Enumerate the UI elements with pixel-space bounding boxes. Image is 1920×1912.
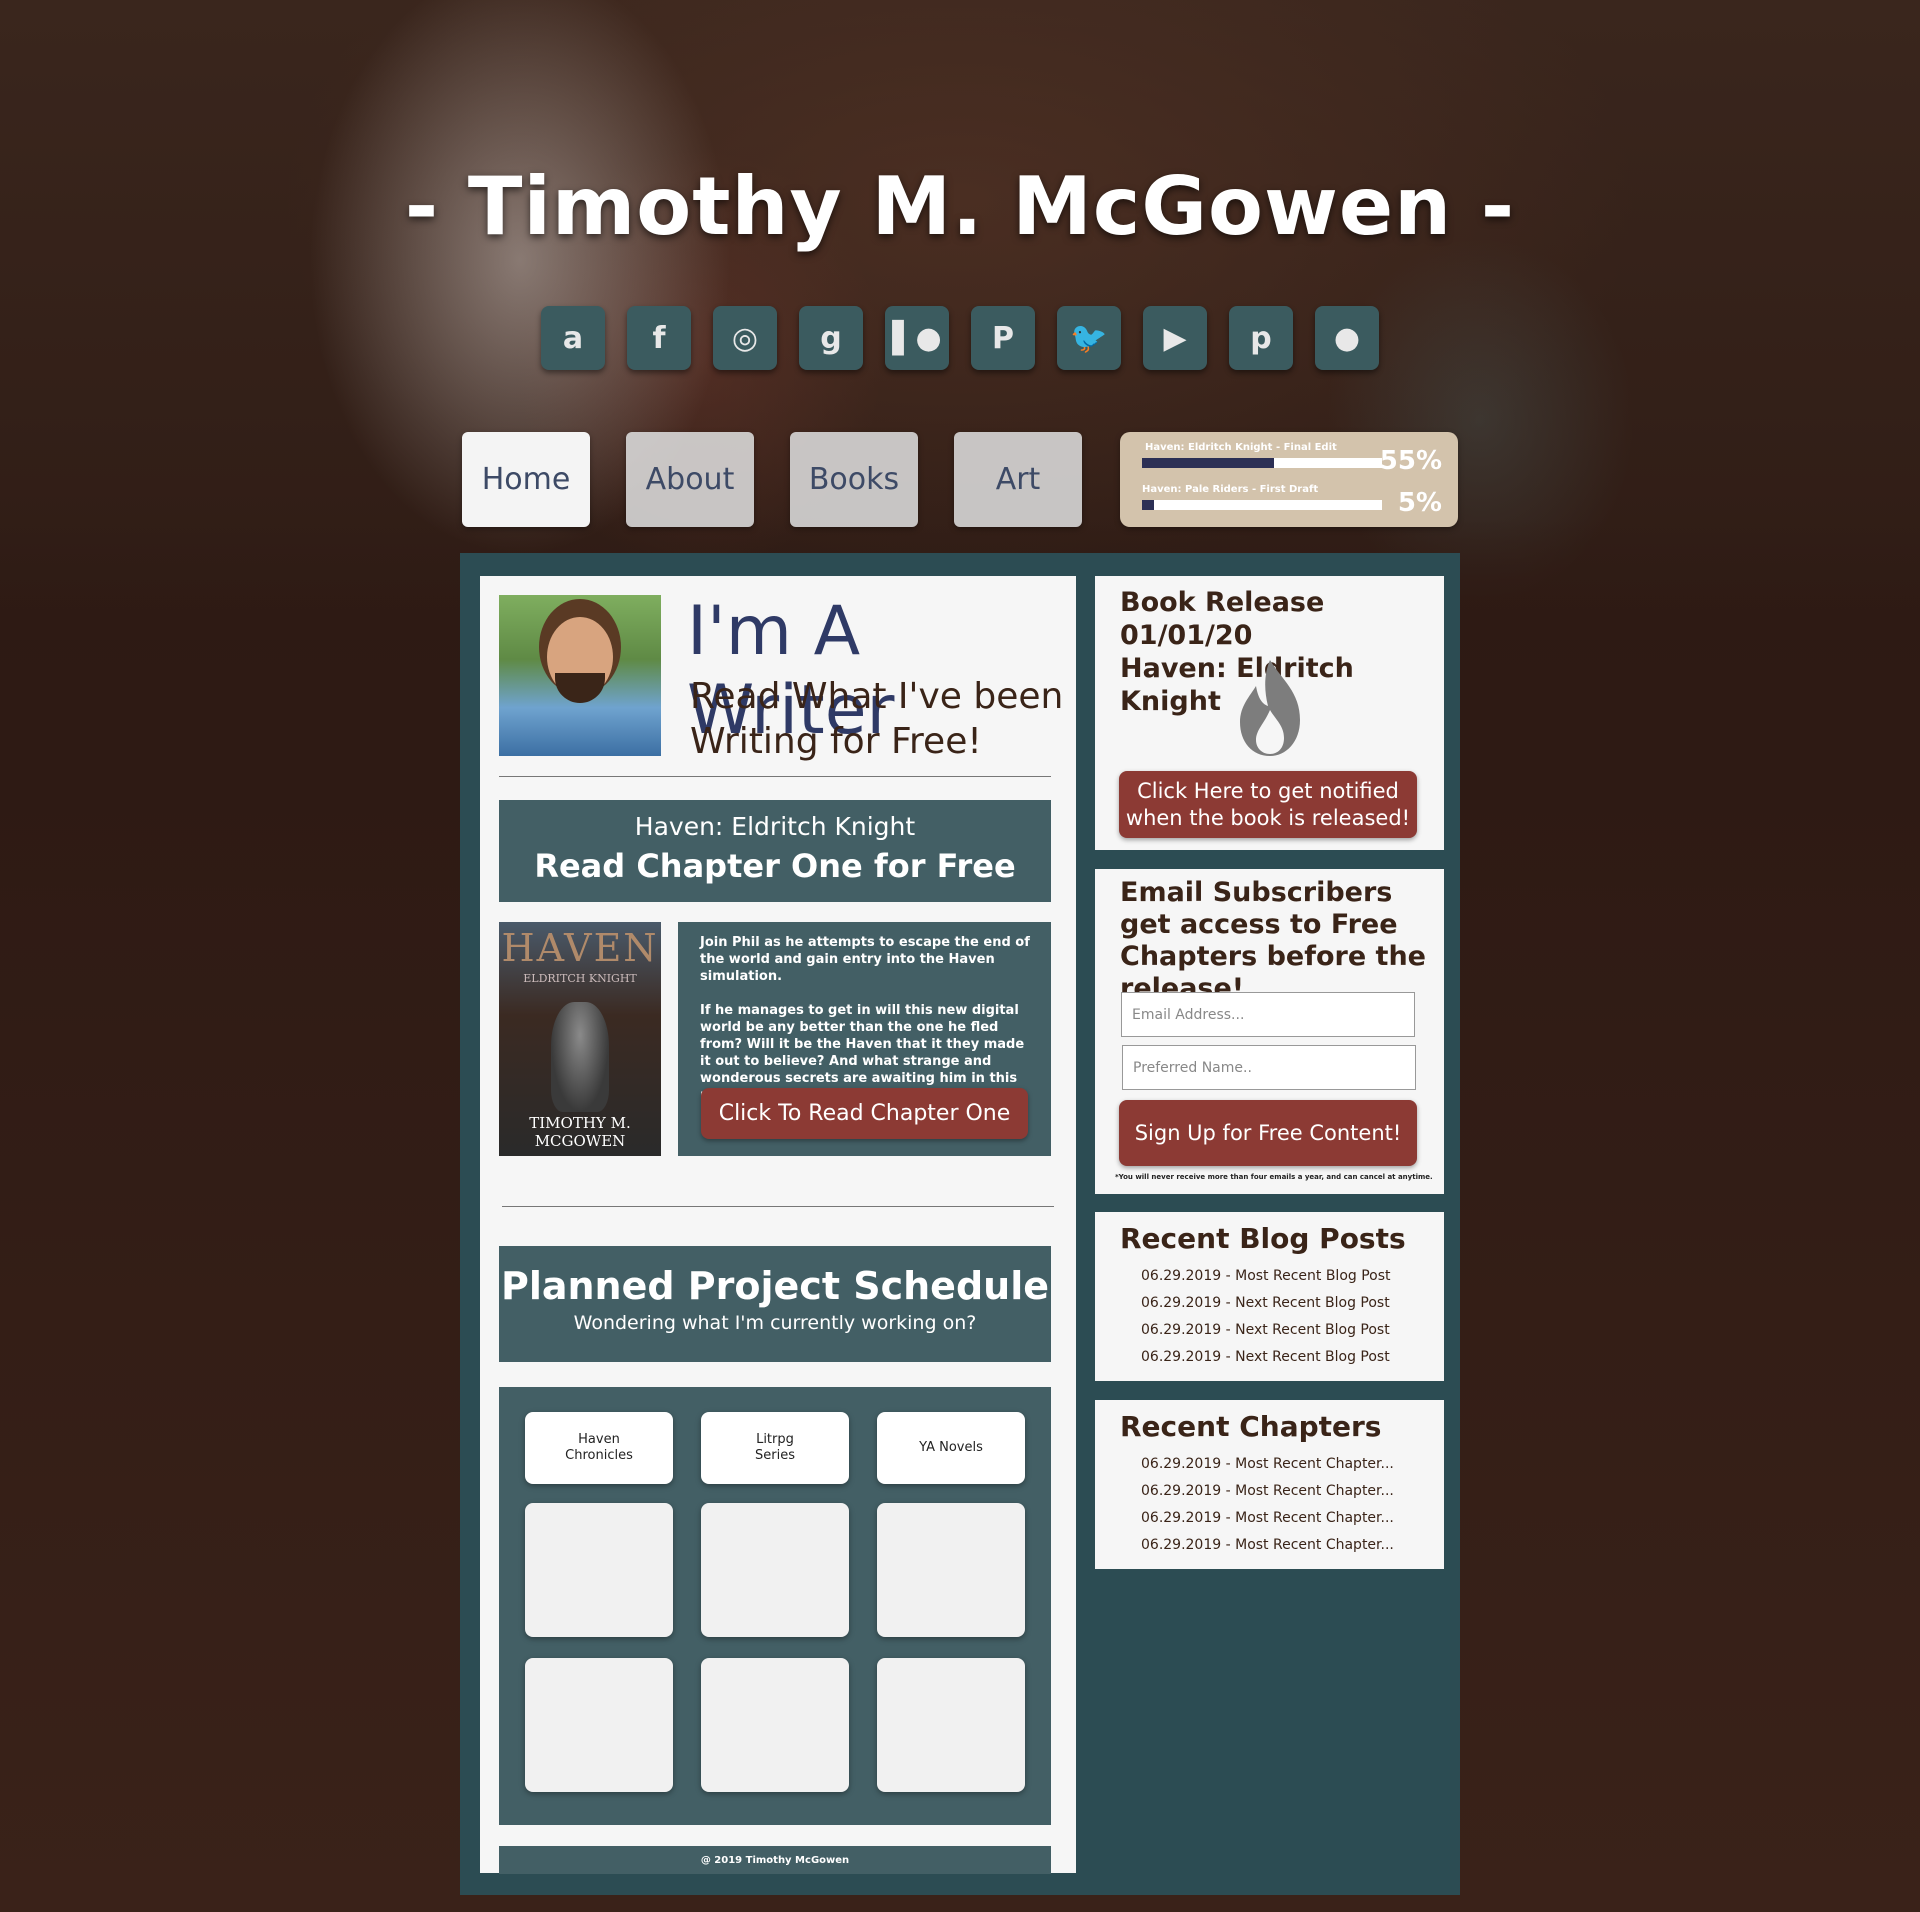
footer-copyright: @ 2019 Timothy McGowen xyxy=(499,1846,1051,1874)
email-field[interactable] xyxy=(1121,992,1415,1037)
chapter-link[interactable]: 06.29.2019 - Most Recent Chapter... xyxy=(1141,1478,1394,1505)
site-title: - Timothy M. McGowen - xyxy=(404,160,1516,253)
schedule-header: Planned Project Schedule Wondering what … xyxy=(499,1246,1051,1362)
progress-fill xyxy=(1142,458,1274,468)
amazon-icon[interactable]: a xyxy=(541,306,605,370)
chapters-list: 06.29.2019 - Most Recent Chapter... 06.2… xyxy=(1141,1451,1394,1559)
schedule-slot[interactable] xyxy=(701,1658,849,1792)
nav-art[interactable]: Art xyxy=(954,432,1082,527)
author-photo xyxy=(499,595,661,756)
facebook-icon[interactable]: f xyxy=(627,306,691,370)
progress-bar xyxy=(1142,500,1382,510)
divider xyxy=(502,1206,1054,1207)
content-column: I'm A Writer Read What I've been Writing… xyxy=(480,576,1076,1874)
chapters-title: Recent Chapters xyxy=(1120,1410,1382,1443)
reddit-icon[interactable]: ● xyxy=(1315,306,1379,370)
main-nav: Home About Books Art xyxy=(462,432,1082,527)
progress-bar xyxy=(1142,458,1382,468)
book-description-box: Join Phil as he attempts to escape the e… xyxy=(678,922,1051,1156)
blog-link[interactable]: 06.29.2019 - Next Recent Blog Post xyxy=(1141,1344,1391,1371)
cover-title: HAVEN xyxy=(501,926,659,970)
blog-title: Recent Blog Posts xyxy=(1120,1222,1406,1255)
blog-list: 06.29.2019 - Most Recent Blog Post 06.29… xyxy=(1141,1263,1391,1371)
nav-books[interactable]: Books xyxy=(790,432,918,527)
cover-author: TIMOTHY M. MCGOWEN xyxy=(529,1114,631,1150)
book-release-card: Book Release 01/01/20 Haven: Eldritch Kn… xyxy=(1095,576,1444,850)
blog-link[interactable]: 06.29.2019 - Next Recent Blog Post xyxy=(1141,1317,1391,1344)
twitter-icon[interactable]: 🐦 xyxy=(1057,306,1121,370)
schedule-column-ya[interactable]: YA Novels xyxy=(877,1412,1025,1484)
recent-blog-card: Recent Blog Posts 06.29.2019 - Most Rece… xyxy=(1095,1212,1444,1381)
chapter-link[interactable]: 06.29.2019 - Most Recent Chapter... xyxy=(1141,1505,1394,1532)
schedule-slot[interactable] xyxy=(877,1658,1025,1792)
blog-link[interactable]: 06.29.2019 - Most Recent Blog Post xyxy=(1141,1263,1391,1290)
instagram-icon[interactable]: ◎ xyxy=(713,306,777,370)
signup-title: Email Subscribers get access to Free Cha… xyxy=(1120,877,1426,1004)
youtube-icon[interactable]: ▶ xyxy=(1143,306,1207,370)
chapter-link[interactable]: 06.29.2019 - Most Recent Chapter... xyxy=(1141,1532,1394,1559)
progress-item-eldritch-knight: Haven: Eldritch Knight - Final Edit 55% xyxy=(1142,442,1442,476)
schedule-column-litrpg[interactable]: Litrpg Series xyxy=(701,1412,849,1484)
goodreads-icon[interactable]: g xyxy=(799,306,863,370)
schedule-subtitle: Wondering what I'm currently working on? xyxy=(573,1312,977,1334)
page-subtitle: Read What I've been Writing for Free! xyxy=(690,676,1064,762)
signup-fine-print: *You will never receive more than four e… xyxy=(1115,1173,1433,1181)
recent-chapters-card: Recent Chapters 06.29.2019 - Most Recent… xyxy=(1095,1400,1444,1569)
schedule-slot[interactable] xyxy=(877,1503,1025,1637)
promo-book-title: Haven: Eldritch Knight xyxy=(634,812,916,841)
name-field[interactable] xyxy=(1122,1045,1416,1090)
nav-home[interactable]: Home xyxy=(462,432,590,527)
progress-fill xyxy=(1142,500,1154,510)
read-chapter-button[interactable]: Click To Read Chapter One xyxy=(701,1088,1028,1139)
book-description: Join Phil as he attempts to escape the e… xyxy=(700,935,1030,1103)
patreon-icon[interactable]: ▌● xyxy=(885,306,949,370)
schedule-slot[interactable] xyxy=(525,1503,673,1637)
progress-percent: 55% xyxy=(1379,446,1442,476)
progress-percent: 5% xyxy=(1397,488,1442,518)
schedule-slot[interactable] xyxy=(701,1503,849,1637)
paypal-icon[interactable]: P xyxy=(971,306,1035,370)
schedule-grid: Haven Chronicles Litrpg Series YA Novels xyxy=(499,1387,1051,1825)
progress-item-pale-riders: Haven: Pale Riders - First Draft 5% xyxy=(1142,484,1442,518)
fire-icon xyxy=(1240,660,1300,756)
schedule-column-haven[interactable]: Haven Chronicles xyxy=(525,1412,673,1484)
promo-cta-title: Read Chapter One for Free xyxy=(534,847,1016,885)
pinterest-icon[interactable]: p xyxy=(1229,306,1293,370)
writing-progress-panel: Haven: Eldritch Knight - Final Edit 55% … xyxy=(1120,432,1458,527)
chapter-promo-header: Haven: Eldritch Knight Read Chapter One … xyxy=(499,800,1051,902)
schedule-title: Planned Project Schedule xyxy=(500,1264,1049,1308)
book-cover[interactable]: HAVEN ELDRITCH KNIGHT TIMOTHY M. MCGOWEN xyxy=(499,922,661,1156)
email-signup-card: Email Subscribers get access to Free Cha… xyxy=(1095,869,1444,1194)
chapter-link[interactable]: 06.29.2019 - Most Recent Chapter... xyxy=(1141,1451,1394,1478)
notify-release-button[interactable]: Click Here to get notified when the book… xyxy=(1119,771,1417,838)
cover-knight-art xyxy=(551,1002,609,1112)
author-beard xyxy=(555,673,605,703)
main-panel: I'm A Writer Read What I've been Writing… xyxy=(460,553,1460,1895)
social-icons-row: a f ◎ g ▌● P 🐦 ▶ p ● xyxy=(541,306,1379,370)
cover-subtitle: ELDRITCH KNIGHT xyxy=(523,972,637,985)
nav-about[interactable]: About xyxy=(626,432,754,527)
divider xyxy=(499,776,1051,777)
schedule-slot[interactable] xyxy=(525,1658,673,1792)
blog-link[interactable]: 06.29.2019 - Next Recent Blog Post xyxy=(1141,1290,1391,1317)
signup-button[interactable]: Sign Up for Free Content! xyxy=(1119,1100,1417,1166)
